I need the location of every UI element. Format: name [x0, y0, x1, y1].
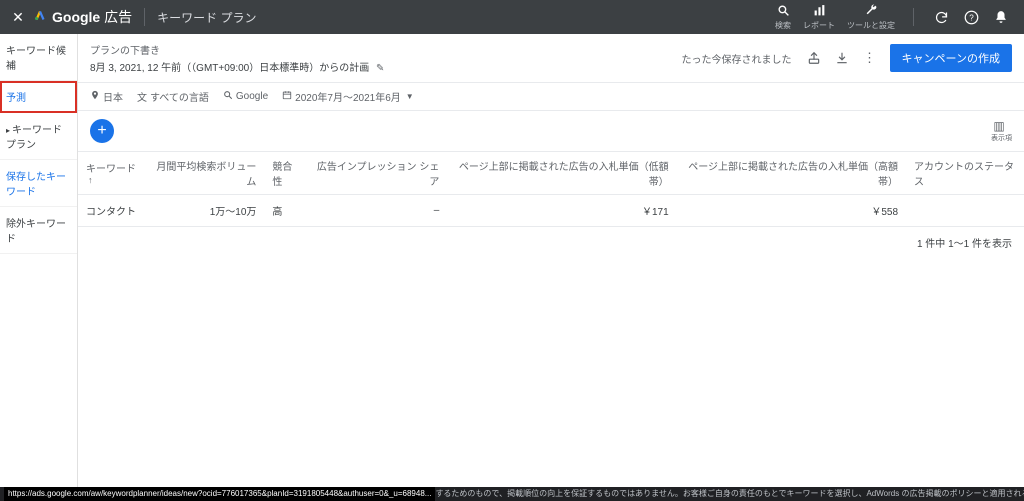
chevron-down-icon: ▼ — [406, 92, 414, 101]
cell-competition: 高 — [264, 195, 308, 227]
caret-icon: ▸ — [6, 126, 10, 135]
calendar-icon — [282, 90, 292, 103]
sidebar-item-negative-keywords[interactable]: 除外キーワード — [0, 207, 77, 254]
col-competition[interactable]: 競合性 — [264, 152, 308, 195]
divider — [913, 8, 914, 26]
sidebar-item-keyword-ideas[interactable]: キーワード候補 — [0, 34, 77, 81]
plan-header: プランの下書き 8月 3, 2021, 12 午前（（GMT+09:00）日本標… — [78, 34, 1024, 83]
columns-icon: ▥ — [991, 119, 1007, 133]
cell-bid-low: ￥171 — [447, 195, 676, 227]
share-icon[interactable] — [800, 44, 828, 72]
date-filter[interactable]: 2020年7月～2021年6月 ▼ — [282, 89, 414, 104]
close-icon[interactable]: ✕ — [8, 9, 28, 26]
columns-button[interactable]: ▥ 表示項 — [991, 119, 1012, 143]
cell-volume: 1万～10万 — [147, 195, 265, 227]
add-keyword-button[interactable]: + — [90, 119, 114, 143]
plan-draft-label: プランの下書き — [90, 42, 682, 57]
status-bar: https://ads.google.com/aw/keywordplanner… — [0, 487, 1024, 501]
table-toolbar: + ▥ 表示項 — [78, 111, 1024, 151]
col-status[interactable]: アカウントのステータス — [906, 152, 1024, 195]
more-icon[interactable]: ⋮ — [856, 44, 884, 72]
location-filter[interactable]: 日本 — [90, 89, 123, 104]
saved-status: たった今保存されました — [682, 51, 792, 66]
col-impr-share[interactable]: 広告インプレッション シェア — [309, 152, 448, 195]
sidebar-item-forecast[interactable]: 予測 — [0, 81, 77, 113]
brand-label: Google 広告 — [52, 7, 132, 27]
top-bar: ✕ Google 広告 キーワード プラン 検索 レポート ツールと設定 ? — [0, 0, 1024, 34]
location-icon — [90, 90, 100, 103]
notifications-icon[interactable] — [989, 5, 1013, 29]
refresh-icon[interactable] — [929, 5, 953, 29]
google-ads-logo-icon — [34, 8, 46, 26]
sidebar-item-saved-keywords[interactable]: 保存したキーワード — [0, 160, 77, 207]
tools-tool[interactable]: ツールと設定 — [847, 4, 895, 31]
cell-keyword: コンタクト — [78, 195, 147, 227]
status-disclaimer: するためのもので、掲載順位の向上を保証するものではありません。お客様ご自身の責任… — [435, 489, 1024, 498]
edit-icon[interactable]: ✎ — [376, 63, 384, 74]
chart-icon — [813, 4, 826, 19]
svg-text:?: ? — [969, 13, 974, 22]
plan-date-line: 8月 3, 2021, 12 午前（（GMT+09:00）日本標準時）からの計画… — [90, 59, 682, 74]
content-area: プランの下書き 8月 3, 2021, 12 午前（（GMT+09:00）日本標… — [78, 34, 1024, 487]
report-tool[interactable]: レポート — [803, 4, 835, 31]
table-footer: 1 件中 1～1 件を表示 — [78, 227, 1024, 258]
filter-bar: 日本 文 すべての言語 Google 2020年7月～2021年6月 ▼ — [78, 83, 1024, 111]
help-icon[interactable]: ? — [959, 5, 983, 29]
network-filter[interactable]: Google — [223, 90, 268, 103]
download-icon[interactable] — [828, 44, 856, 72]
network-icon — [223, 90, 233, 103]
keyword-table: キーワード↑ 月間平均検索ボリューム 競合性 広告インプレッション シェア ペー… — [78, 151, 1024, 227]
language-icon: 文 — [137, 89, 147, 104]
col-volume[interactable]: 月間平均検索ボリューム — [147, 152, 265, 195]
table-row[interactable]: コンタクト 1万～10万 高 – ￥171 ￥558 — [78, 195, 1024, 227]
sort-asc-icon: ↑ — [88, 175, 93, 185]
col-keyword[interactable]: キーワード↑ — [78, 152, 147, 195]
wrench-icon — [865, 4, 878, 19]
language-filter[interactable]: 文 すべての言語 — [137, 89, 209, 104]
cell-impr-share: – — [309, 195, 448, 227]
col-bid-low[interactable]: ページ上部に掲載された広告の入札単価（低額帯） — [447, 152, 676, 195]
search-tool[interactable]: 検索 — [775, 4, 791, 31]
search-icon — [777, 4, 790, 19]
sidebar: キーワード候補 予測 ▸キーワード プラン 保存したキーワード 除外キーワード — [0, 34, 78, 487]
col-bid-high[interactable]: ページ上部に掲載された広告の入札単価（高額帯） — [677, 152, 906, 195]
divider — [144, 8, 145, 26]
page-title: キーワード プラン — [157, 9, 256, 26]
cell-bid-high: ￥558 — [677, 195, 906, 227]
status-url: https://ads.google.com/aw/keywordplanner… — [4, 487, 435, 501]
cell-status — [906, 195, 1024, 227]
create-campaign-button[interactable]: キャンペーンの作成 — [890, 44, 1012, 72]
sidebar-item-keyword-plan[interactable]: ▸キーワード プラン — [0, 113, 77, 160]
